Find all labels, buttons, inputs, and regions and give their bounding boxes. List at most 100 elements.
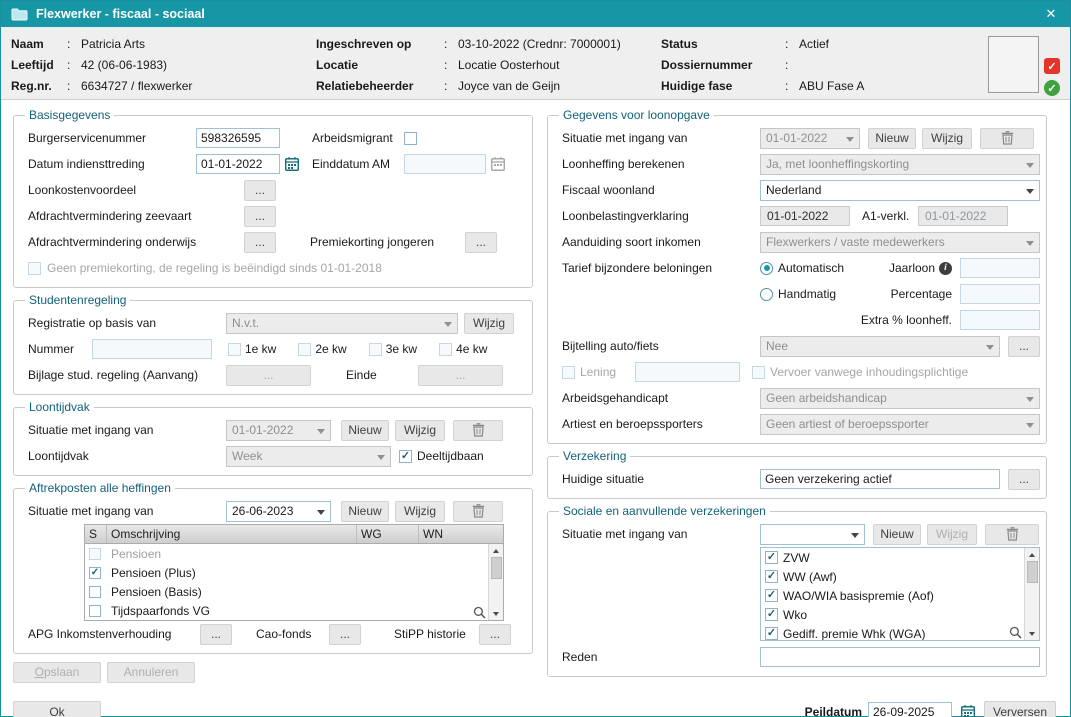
- arbeidsmigrant-checkbox[interactable]: [404, 132, 417, 145]
- lt-delete-button[interactable]: [453, 420, 503, 441]
- scroll-down-icon[interactable]: [489, 607, 503, 620]
- kw3-checkbox: [369, 343, 382, 356]
- search-icon[interactable]: [473, 606, 486, 619]
- loonkostenvoordeel-button[interactable]: ...: [244, 180, 276, 201]
- lt-loontijdvak-label: Loontijdvak: [28, 449, 226, 463]
- scroll-up-icon[interactable]: [489, 544, 503, 557]
- handmatig-radio[interactable]: [760, 288, 773, 301]
- bijtelling-button[interactable]: ...: [1008, 336, 1040, 357]
- artiest-label: Artiest en beroepssporters: [562, 417, 760, 431]
- aftrek-delete-button[interactable]: [453, 501, 503, 522]
- arbeidsmigrant-label: Arbeidsmigrant: [312, 131, 404, 145]
- reden-input[interactable]: [760, 647, 1040, 667]
- row-checkbox[interactable]: [89, 567, 101, 579]
- table-row[interactable]: Pensioen: [85, 544, 503, 563]
- item-checkbox[interactable]: [765, 570, 778, 583]
- lo-nieuw-button[interactable]: Nieuw: [868, 128, 916, 149]
- list-item[interactable]: WW (Awf): [761, 567, 1039, 586]
- lt-wijzig-button[interactable]: Wijzig: [395, 420, 445, 441]
- info-icon[interactable]: [939, 262, 952, 275]
- lo-wijzig-button[interactable]: Wijzig: [922, 128, 972, 149]
- scroll-thumb[interactable]: [491, 557, 502, 579]
- ingeschreven-value: 03-10-2022 (Crednr: 7000001): [458, 37, 621, 51]
- fieldset-verzekering: Verzekering Huidige situatie ...: [547, 449, 1047, 499]
- item-checkbox[interactable]: [765, 589, 778, 602]
- soc-nieuw-button[interactable]: Nieuw: [873, 524, 921, 545]
- apg-button[interactable]: ...: [200, 624, 232, 645]
- scrollbar[interactable]: [1024, 548, 1039, 640]
- lt-nieuw-button[interactable]: Nieuw: [341, 420, 389, 441]
- kw4-checkbox: [439, 343, 452, 356]
- opslaan-button: Opslaan: [13, 662, 101, 683]
- item-checkbox[interactable]: [765, 627, 778, 640]
- dialog-window: Flexwerker - fiscaal - sociaal Naam:Patr…: [0, 0, 1071, 717]
- table-row[interactable]: Pensioen (Plus): [85, 563, 503, 582]
- woonland-select[interactable]: Nederland: [760, 180, 1040, 201]
- window-title: Flexwerker - fiscaal - sociaal: [36, 7, 205, 21]
- list-item[interactable]: Gediff. premie Whk (WGA): [761, 624, 1039, 641]
- deeltijdbaan-checkbox[interactable]: [399, 450, 412, 463]
- studentenregeling-legend: Studentenregeling: [25, 293, 130, 307]
- row-checkbox[interactable]: [89, 586, 101, 598]
- afdracht-zeevaart-button[interactable]: ...: [244, 206, 276, 227]
- table-row[interactable]: Tijdspaarfonds VG: [85, 601, 503, 620]
- einddatum-am-label: Einddatum AM: [312, 157, 404, 171]
- bijlage-einde-button: ...: [418, 365, 503, 386]
- scroll-thumb[interactable]: [1027, 561, 1038, 583]
- red-check-icon[interactable]: [1044, 58, 1060, 74]
- list-item[interactable]: WAO/WIA basispremie (Aof): [761, 586, 1039, 605]
- automatisch-radio[interactable]: [760, 262, 773, 275]
- item-label: ZVW: [783, 551, 810, 565]
- table-row[interactable]: Pensioen (Basis): [85, 582, 503, 601]
- scrollbar[interactable]: [488, 544, 503, 620]
- soc-delete-button[interactable]: [985, 524, 1039, 545]
- green-check-icon[interactable]: [1044, 80, 1060, 96]
- search-icon[interactable]: [1009, 626, 1022, 639]
- calendar-icon[interactable]: [282, 154, 302, 174]
- scroll-down-icon[interactable]: [1025, 627, 1039, 640]
- loonheffing-select: Ja, met loonheffingskorting: [760, 154, 1040, 175]
- cao-fonds-button[interactable]: ...: [329, 624, 361, 645]
- verzekering-button[interactable]: ...: [1008, 469, 1040, 490]
- premiekorting-button[interactable]: ...: [465, 232, 497, 253]
- aftrek-situatie-select[interactable]: 26-06-2023: [226, 501, 331, 522]
- verversen-button[interactable]: Verversen: [984, 701, 1056, 717]
- loonbelasting-field[interactable]: 01-01-2022: [760, 206, 850, 226]
- arbeidsgehandicapt-select: Geen arbeidshandicap: [760, 388, 1040, 409]
- woonland-label: Fiscaal woonland: [562, 183, 760, 197]
- stipp-historie-button[interactable]: ...: [479, 624, 511, 645]
- huidige-situatie-input[interactable]: [760, 469, 1000, 489]
- peildatum-input[interactable]: [868, 702, 952, 717]
- list-item[interactable]: Wko: [761, 605, 1039, 624]
- column-header-wn[interactable]: WN: [419, 525, 503, 543]
- calendar-icon[interactable]: [958, 702, 978, 717]
- column-header-omschrijving[interactable]: Omschrijving: [107, 525, 357, 543]
- deeltijdbaan-label: Deeltijdbaan: [417, 449, 484, 463]
- ok-button[interactable]: Ok: [13, 701, 101, 717]
- aftrek-wijzig-button[interactable]: Wijzig: [395, 501, 445, 522]
- peildatum-label: Peildatum: [805, 705, 862, 717]
- column-header-wg[interactable]: WG: [357, 525, 419, 543]
- datum-indiensttreding-input[interactable]: [196, 154, 280, 174]
- item-label: Gediff. premie Whk (WGA): [783, 627, 925, 641]
- aftrek-nieuw-button[interactable]: Nieuw: [341, 501, 389, 522]
- locatie-value: Locatie Oosterhout: [458, 58, 559, 72]
- soc-situatie-select[interactable]: [760, 524, 865, 545]
- lo-situatie-label: Situatie met ingang van: [562, 131, 760, 145]
- table-header-row: S Omschrijving WG WN: [85, 525, 503, 544]
- afdracht-onderwijs-button[interactable]: ...: [244, 232, 276, 253]
- item-checkbox[interactable]: [765, 608, 778, 621]
- bsn-input[interactable]: [196, 128, 280, 148]
- list-item[interactable]: ZVW: [761, 548, 1039, 567]
- close-icon[interactable]: [1042, 6, 1060, 22]
- lo-delete-button[interactable]: [980, 128, 1034, 149]
- registratie-wijzig-button[interactable]: Wijzig: [464, 313, 514, 334]
- column-header-s[interactable]: S: [85, 525, 107, 543]
- loontijdvak-legend: Loontijdvak: [25, 400, 94, 414]
- extra-loonheff-label: Extra % loonheff.: [861, 313, 952, 327]
- soort-inkomen-label: Aanduiding soort inkomen: [562, 235, 760, 249]
- row-checkbox[interactable]: [89, 605, 101, 617]
- item-checkbox[interactable]: [765, 551, 778, 564]
- scroll-up-icon[interactable]: [1025, 548, 1039, 561]
- loonopgave-legend: Gegevens voor loonopgave: [559, 108, 714, 122]
